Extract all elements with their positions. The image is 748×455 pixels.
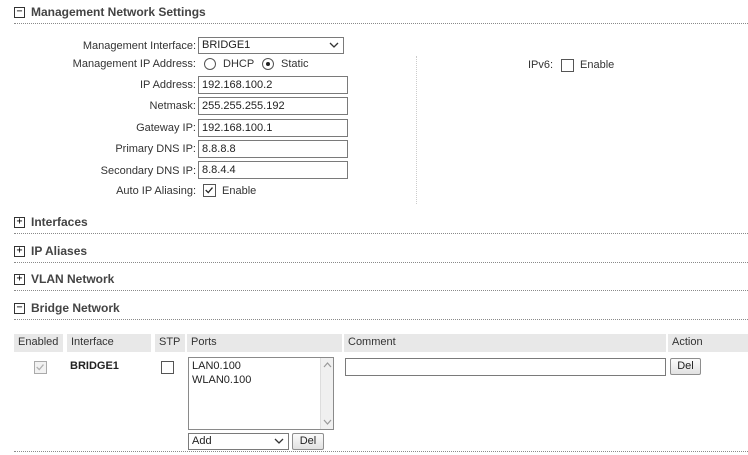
expand-vlan-toggle[interactable]: + xyxy=(14,274,25,285)
section-title-management[interactable]: Management Network Settings xyxy=(31,5,206,19)
management-interface-value: BRIDGE1 xyxy=(202,39,251,51)
ipv6-label: IPv6: xyxy=(528,59,554,71)
ipv6-enable-checkbox[interactable] xyxy=(561,59,574,72)
section-title-bridge[interactable]: Bridge Network xyxy=(31,301,120,315)
add-port-select[interactable]: Add xyxy=(188,433,289,450)
section-title-interfaces[interactable]: Interfaces xyxy=(31,215,88,229)
section-title-ip-aliases[interactable]: IP Aliases xyxy=(31,244,87,258)
collapse-management-toggle[interactable]: − xyxy=(14,7,25,18)
chevron-down-icon xyxy=(274,438,284,444)
dhcp-radio[interactable] xyxy=(204,58,216,70)
bridge-stp-checkbox[interactable] xyxy=(161,361,174,374)
column-header-action: Action xyxy=(668,334,748,352)
gateway-ip-label: Gateway IP: xyxy=(136,122,196,134)
auto-ip-aliasing-checkbox[interactable] xyxy=(203,184,216,197)
column-divider xyxy=(416,56,417,204)
netmask-label: Netmask: xyxy=(149,100,196,112)
bridge-table-header: Enabled Interface STP Ports Comment Acti… xyxy=(14,334,748,352)
ip-address-input[interactable]: 192.168.100.2 xyxy=(198,76,348,94)
add-port-select-value: Add xyxy=(192,435,212,447)
management-ip-mode-label: Management IP Address: xyxy=(72,58,196,70)
section-title-vlan[interactable]: VLAN Network xyxy=(31,272,114,286)
column-header-comment: Comment xyxy=(344,334,666,352)
dhcp-label: DHCP xyxy=(223,58,255,70)
checkmark-icon xyxy=(205,187,213,194)
port-item[interactable]: LAN0.100 xyxy=(192,360,241,372)
static-label: Static xyxy=(281,58,309,70)
ip-address-label: IP Address: xyxy=(139,79,196,91)
collapse-bridge-toggle[interactable]: − xyxy=(14,303,25,314)
primary-dns-input[interactable]: 8.8.8.8 xyxy=(198,140,348,158)
section-ip-aliases: + IP Aliases xyxy=(14,243,748,263)
column-header-enabled: Enabled xyxy=(14,334,63,352)
gateway-ip-input[interactable]: 192.168.100.1 xyxy=(198,119,348,137)
column-header-stp: STP xyxy=(155,334,185,352)
auto-ip-aliasing-label: Auto IP Aliasing: xyxy=(116,185,196,197)
management-interface-select[interactable]: BRIDGE1 xyxy=(198,37,344,54)
management-interface-label: Management Interface: xyxy=(82,40,196,52)
ipv6-enable-label: Enable xyxy=(580,59,615,71)
port-item[interactable]: WLAN0.100 xyxy=(192,374,251,386)
table-bottom-divider xyxy=(14,451,748,452)
auto-ip-aliasing-enable-label: Enable xyxy=(222,185,257,197)
static-radio[interactable] xyxy=(262,58,274,70)
section-interfaces: + Interfaces xyxy=(14,214,748,234)
delete-port-button[interactable]: Del xyxy=(292,433,324,450)
chevron-down-icon xyxy=(329,42,339,48)
section-bridge: − Bridge Network xyxy=(14,300,748,320)
delete-bridge-button[interactable]: Del xyxy=(670,358,701,375)
bridge-enabled-checkbox xyxy=(34,361,47,374)
checkmark-icon xyxy=(36,364,44,371)
section-management: − Management Network Settings xyxy=(14,4,748,24)
section-vlan: + VLAN Network xyxy=(14,271,748,291)
primary-dns-label: Primary DNS IP: xyxy=(115,143,196,155)
column-header-interface: Interface xyxy=(67,334,151,352)
bridge-ports-listbox[interactable]: LAN0.100 WLAN0.100 xyxy=(188,357,334,430)
bridge-comment-input[interactable] xyxy=(345,358,666,376)
secondary-dns-input[interactable]: 8.8.4.4 xyxy=(198,161,348,179)
bridge-interface-name: BRIDGE1 xyxy=(70,360,119,372)
expand-ip-aliases-toggle[interactable]: + xyxy=(14,246,25,257)
scroll-down-icon[interactable] xyxy=(321,417,334,427)
netmask-input[interactable]: 255.255.255.192 xyxy=(198,97,348,115)
secondary-dns-label: Secondary DNS IP: xyxy=(100,165,196,177)
ports-scrollbar[interactable] xyxy=(320,358,333,429)
column-header-ports: Ports xyxy=(187,334,342,352)
expand-interfaces-toggle[interactable]: + xyxy=(14,217,25,228)
scroll-up-icon[interactable] xyxy=(321,360,334,370)
